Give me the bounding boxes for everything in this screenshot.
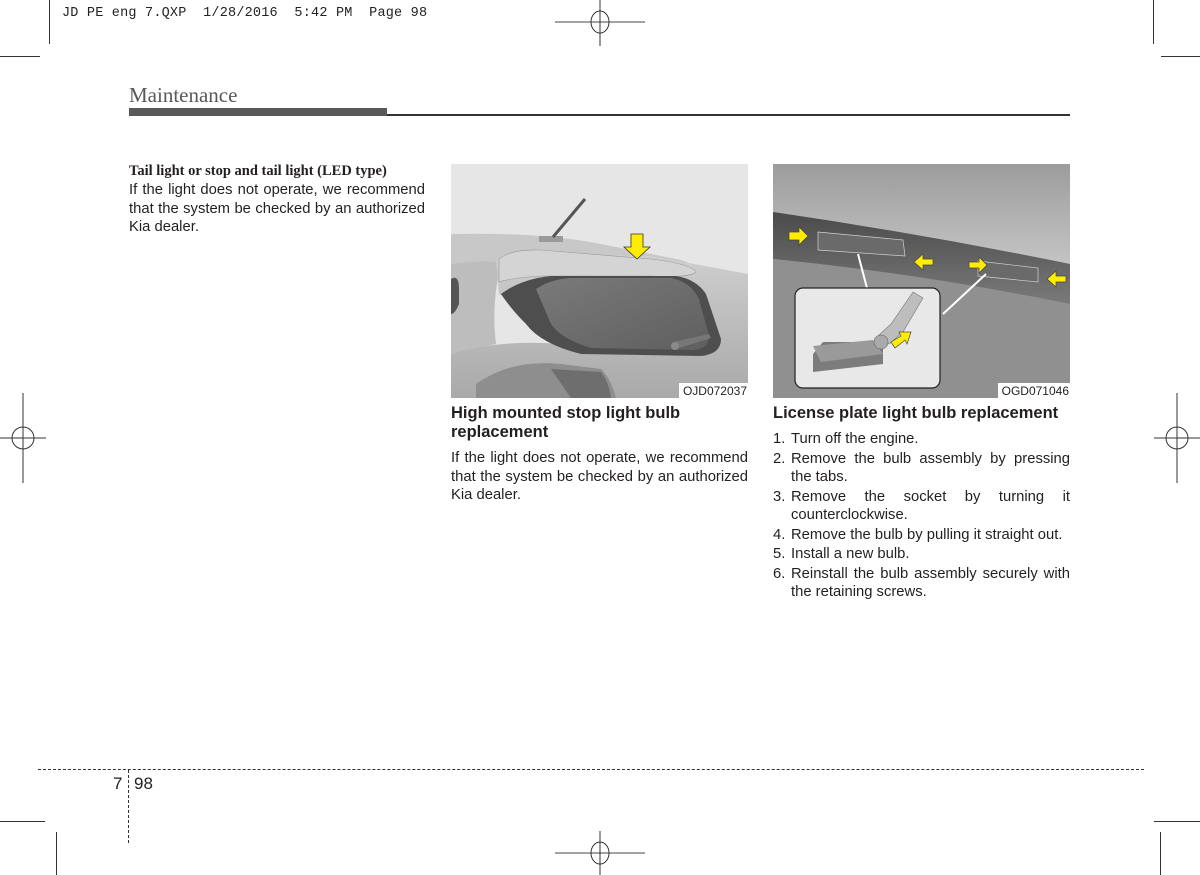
figure-high-mounted-stop-light: OJD072037 [451,164,748,398]
figure-code: OGD071046 [997,383,1070,398]
step-item: 1. Turn off the engine. [773,430,1070,449]
step-number: 3. [773,488,786,505]
step-text: Turn off the engine. [791,431,919,447]
step-number: 5. [773,546,786,562]
step-number: 2. [773,450,786,467]
footer-divider [128,770,129,843]
step-text: Remove the socket by turning it counterc… [791,488,1070,524]
print-slug: JD PE eng 7.QXP 1/28/2016 5:42 PM Page 9… [62,6,428,21]
tail-light-heading: Tail light or stop and tail light (LED t… [129,163,387,179]
step-item: 4. Remove the bulb by pulling it straight… [773,526,1070,545]
high-mounted-stop-light-body: If the light does not operate, we recomm… [451,450,748,503]
page-number: 98 [134,774,153,793]
step-item: 2. Remove the bulb assembly by pressing t… [773,450,1070,487]
step-text: Remove the bulb assembly by pressing the… [791,450,1070,486]
section-title-rule [387,114,1070,116]
crop-mark-top-right-v [1153,0,1154,44]
registration-mark-bottom [555,831,645,875]
license-plate-light-heading: License plate light bulb replacement [773,404,1059,422]
step-item: 3. Remove the socket by turning it counte… [773,488,1070,525]
footer-rule [38,769,1144,770]
step-item: 6. Reinstall the bulb assembly securely w… [773,565,1070,602]
tail-light-body: If the light does not operate, we recomm… [129,182,425,235]
high-mounted-stop-light-section: High mounted stop light bulb replacement… [451,404,748,505]
crop-mark-bottom-right-h [1154,821,1200,822]
license-plate-light-section: License plate light bulb replacement 1. T… [773,404,1070,603]
registration-mark-top [555,0,645,46]
crop-mark-bottom-right-v [1160,832,1161,875]
crop-mark-bottom-left-h [0,821,45,822]
section-title-bar [129,108,387,116]
tail-light-section: Tail light or stop and tail light (LED t… [129,162,425,237]
crop-mark-top-left-v [49,0,50,44]
registration-mark-right [1154,393,1200,483]
step-text: Install a new bulb. [791,546,910,562]
step-item: 5. Install a new bulb. [773,545,1070,564]
replacement-steps: 1. Turn off the engine. 2. Remove the bulb… [773,430,1070,602]
section-title: Maintenance [129,83,238,107]
figure-code: OJD072037 [678,383,748,398]
crop-mark-top-left-h [0,56,40,57]
step-text: Remove the bulb by pulling it straight o… [791,526,1063,543]
car-rear-illustration [451,164,748,398]
step-text: Reinstall the bulb assembly securely wit… [791,565,1070,601]
registration-mark-left [0,393,46,483]
step-number: 1. [773,431,786,447]
chapter-number: 7 [113,774,123,793]
step-number: 6. [773,565,786,582]
crop-mark-bottom-left-v [56,832,57,875]
license-plate-light-illustration [773,164,1070,398]
high-mounted-stop-light-heading: High mounted stop light bulb replacement [451,404,681,441]
crop-mark-top-right-h [1161,56,1200,57]
figure-license-plate-light: OGD071046 [773,164,1070,398]
step-number: 4. [773,526,786,543]
